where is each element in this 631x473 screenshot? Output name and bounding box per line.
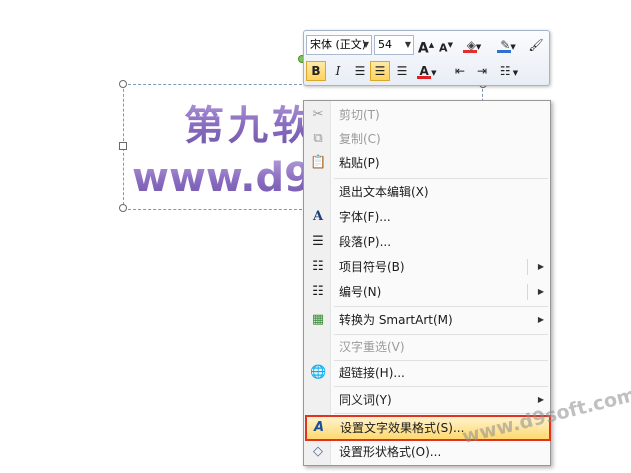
font-color-button[interactable]: A ▼ <box>414 61 442 81</box>
resize-handle-left[interactable] <box>119 142 127 150</box>
menu-item-format-shape[interactable]: ◇ 设置形状格式(O)... <box>306 440 550 464</box>
align-left-button[interactable]: ☰ <box>350 61 370 81</box>
bullets-button[interactable]: ☷ ▼ <box>494 61 524 81</box>
menu-item-paragraph[interactable]: ☰ 段落(P)... <box>306 230 550 254</box>
menu-separator <box>334 306 548 307</box>
copy-icon: ⧉ <box>313 131 323 146</box>
submenu-arrow-icon: ▶ <box>537 287 544 296</box>
format-painter-button[interactable]: 🖌 <box>526 35 546 55</box>
bullet-list-icon: ☷ <box>312 259 324 274</box>
decrease-indent-button[interactable]: ⇤ <box>450 61 470 81</box>
menu-item-reconvert[interactable]: 汉字重选(V) <box>306 335 550 359</box>
menu-item-hyperlink[interactable]: 🌐 超链接(H)... <box>306 361 550 385</box>
split-divider <box>527 284 528 300</box>
chevron-down-icon: ▼ <box>510 43 516 51</box>
chevron-down-icon: ▼ <box>362 40 369 49</box>
grow-font-button[interactable]: A▲ <box>416 35 436 57</box>
indent-icon: ⇥ <box>476 64 488 78</box>
context-menu: ✂ 剪切(T) ⧉ 复制(C) 📋 粘贴(P) 退出文本编辑(X) A 字体(F… <box>303 100 551 466</box>
outline-color-button[interactable]: ✎▼ <box>494 35 522 55</box>
menu-item-synonyms[interactable]: 同义词(Y) ▶ <box>306 388 550 412</box>
align-right-icon: ☰ <box>396 64 408 78</box>
menu-item-convert-smartart[interactable]: ▦ 转换为 SmartArt(M) ▶ <box>306 308 550 332</box>
font-icon: A <box>312 209 324 224</box>
text-effects-icon: A <box>313 420 325 435</box>
menu-item-bullets[interactable]: ☷ 项目符号(B) ▶ <box>306 255 550 279</box>
align-center-button[interactable]: ☰ <box>370 61 390 81</box>
italic-button[interactable]: I <box>328 61 348 81</box>
shrink-font-button[interactable]: A▼ <box>436 35 456 55</box>
font-name-combo[interactable]: 宋体 (正文) ▼ <box>306 35 372 55</box>
bullet-list-icon: ☷ <box>499 64 511 78</box>
font-name-value: 宋体 (正文) <box>310 38 367 51</box>
bold-button[interactable]: B <box>306 61 326 81</box>
align-center-icon: ☰ <box>374 64 386 78</box>
paragraph-icon: ☰ <box>312 234 324 249</box>
mini-toolbar: 宋体 (正文) ▼ 54 ▼ A▲ A▼ ◈▼ ✎▼ 🖌 B I ☰ ☰ ☰ A… <box>303 30 550 86</box>
globe-link-icon: 🌐 <box>310 365 327 380</box>
menu-item-cut[interactable]: ✂ 剪切(T) <box>306 103 550 127</box>
highlight-color-button[interactable]: ◈▼ <box>460 35 488 55</box>
submenu-arrow-icon: ▶ <box>537 315 544 324</box>
scissors-icon: ✂ <box>312 107 324 122</box>
font-size-combo[interactable]: 54 ▼ <box>374 35 414 55</box>
outdent-icon: ⇤ <box>454 64 466 78</box>
menu-separator <box>334 386 548 387</box>
increase-indent-button[interactable]: ⇥ <box>472 61 492 81</box>
menu-item-numbering[interactable]: ☷ 编号(N) ▶ <box>306 280 550 304</box>
numbered-list-icon: ☷ <box>312 284 324 299</box>
format-shape-icon: ◇ <box>313 444 323 459</box>
split-divider <box>527 259 528 275</box>
resize-handle-top-left[interactable] <box>119 80 127 88</box>
menu-item-copy[interactable]: ⧉ 复制(C) <box>306 127 550 151</box>
smartart-icon: ▦ <box>311 312 325 327</box>
clipboard-icon: 📋 <box>310 155 327 170</box>
menu-item-font[interactable]: A 字体(F)... <box>306 205 550 229</box>
menu-separator <box>334 178 548 179</box>
chevron-down-icon: ▼ <box>510 69 519 77</box>
font-size-value: 54 <box>378 38 392 51</box>
align-left-icon: ☰ <box>354 64 366 78</box>
align-right-button[interactable]: ☰ <box>392 61 412 81</box>
brush-icon: 🖌 <box>528 38 544 52</box>
submenu-arrow-icon: ▶ <box>537 262 544 271</box>
menu-item-exit-text-edit[interactable]: 退出文本编辑(X) <box>306 180 550 204</box>
chevron-down-icon: ▼ <box>404 40 411 49</box>
menu-item-paste[interactable]: 📋 粘贴(P) <box>306 151 550 175</box>
resize-handle-bottom-left[interactable] <box>119 204 127 212</box>
